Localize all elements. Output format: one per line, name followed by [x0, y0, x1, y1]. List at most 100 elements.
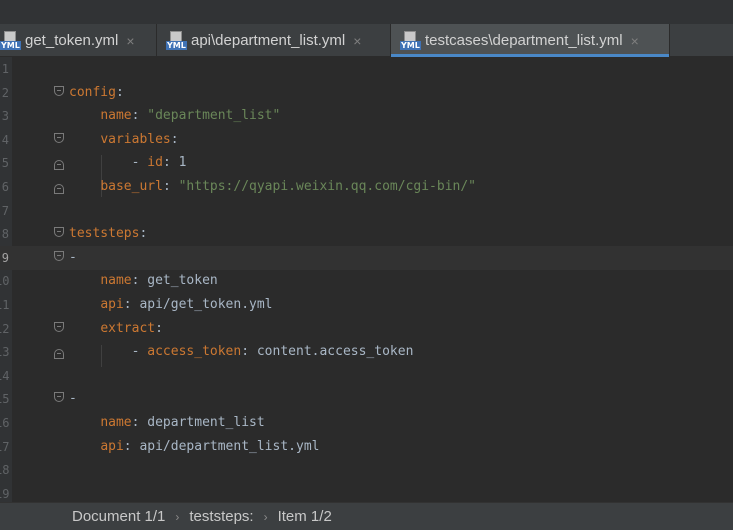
yml-file-icon: YML — [0, 31, 21, 50]
code-line[interactable]: 5 - id: 1 — [0, 151, 733, 175]
fold-close-icon[interactable] — [54, 184, 64, 194]
code-line[interactable]: 4 variables: — [0, 128, 733, 152]
fold-open-icon[interactable] — [54, 251, 64, 261]
code-line[interactable]: 16 name: department_list — [0, 411, 733, 435]
line-number: 15 — [0, 392, 10, 406]
code-token: department_list — [147, 415, 265, 430]
breadcrumb-document[interactable]: Document 1/1 — [72, 508, 165, 525]
yaml-key: name — [100, 273, 132, 288]
fold-open-icon[interactable] — [54, 86, 64, 96]
code-token: - — [69, 391, 77, 406]
line-number: 4 — [1, 133, 9, 147]
fold-open-icon[interactable] — [54, 392, 64, 402]
code-line[interactable]: 8 teststeps: — [0, 222, 733, 246]
code-token: get_token — [147, 273, 218, 288]
line-number: 17 — [0, 440, 10, 454]
code-token: - — [69, 344, 148, 359]
code-line[interactable]: 3 name: "department_list" — [0, 104, 733, 128]
code-line[interactable]: 1 — [0, 57, 733, 81]
code-token: : — [139, 226, 148, 241]
code-line[interactable]: 14 — [0, 364, 733, 388]
line-number: 13 — [0, 345, 10, 359]
code-editor[interactable]: 1 2 config: 3 name: "department_list" 4 vari… — [0, 57, 733, 502]
code-token: : — [170, 132, 179, 147]
fold-close-icon[interactable] — [54, 349, 64, 359]
code-line[interactable]: 18 — [0, 458, 733, 482]
yaml-key: name — [100, 108, 132, 123]
line-number: 14 — [0, 369, 10, 383]
code-text: - access_token: content.access_token — [69, 340, 414, 364]
breadcrumb-teststeps[interactable]: teststeps: — [189, 508, 253, 525]
fold-open-icon[interactable] — [54, 322, 64, 332]
code-token: : — [115, 85, 124, 100]
yaml-key: access_token — [147, 344, 242, 359]
status-bar: Document 1/1 › teststeps: › Item 1/2 — [0, 502, 733, 530]
tab-label: api\department_list.yml — [191, 32, 346, 49]
code-text: extract: — [69, 317, 163, 341]
code-line[interactable]: 7 — [0, 199, 733, 223]
code-text: api: api/department_list.yml — [69, 435, 319, 459]
code-line[interactable]: 10 name: get_token — [0, 269, 733, 293]
code-line[interactable]: 17 api: api/department_list.yml — [0, 435, 733, 459]
code-text: - id: 1 — [69, 151, 187, 175]
code-token: 1 — [178, 155, 187, 170]
code-token: : — [162, 155, 179, 170]
tab-get-token[interactable]: YML get_token.yml × — [0, 24, 157, 57]
fold-open-icon[interactable] — [54, 133, 64, 143]
yaml-key: api — [100, 439, 124, 454]
code-text: teststeps: — [69, 222, 147, 246]
code-line[interactable]: 15 - — [0, 387, 733, 411]
fold-close-icon[interactable] — [54, 160, 64, 170]
code-line[interactable]: 2 config: — [0, 81, 733, 105]
yaml-key: base_url — [100, 179, 163, 194]
code-text: - — [69, 246, 77, 270]
code-text: name: department_list — [69, 411, 265, 435]
window-top-strip — [0, 0, 733, 24]
line-number: 7 — [1, 204, 9, 218]
tab-label: testcases\department_list.yml — [425, 32, 623, 49]
code-token: : — [123, 297, 140, 312]
line-number: 1 — [1, 62, 9, 76]
code-line[interactable]: 13 - access_token: content.access_token — [0, 340, 733, 364]
code-line[interactable]: 9- — [0, 246, 733, 270]
fold-open-icon[interactable] — [54, 227, 64, 237]
breadcrumb-item[interactable]: Item 1/2 — [278, 508, 332, 525]
yaml-key: name — [100, 415, 132, 430]
code-text: api: api/get_token.yml — [69, 293, 273, 317]
code-line[interactable]: 6 base_url: "https://qyapi.weixin.qq.com… — [0, 175, 733, 199]
code-token: - — [69, 250, 77, 265]
code-line[interactable]: 11 api: api/get_token.yml — [0, 293, 733, 317]
code-text: name: get_token — [69, 269, 218, 293]
close-icon[interactable]: × — [126, 33, 134, 49]
line-number: 5 — [1, 156, 9, 170]
breadcrumb-separator: › — [175, 509, 180, 524]
code-token: : — [131, 273, 148, 288]
code-token: : — [131, 415, 148, 430]
code-token: : — [131, 108, 148, 123]
yml-file-icon: YML — [400, 31, 421, 50]
code-token: api/get_token.yml — [139, 297, 273, 312]
yaml-string: "https://qyapi.weixin.qq.com/cgi-bin/" — [178, 179, 477, 194]
tab-testcases-department-list[interactable]: YML testcases\department_list.yml × — [391, 24, 670, 57]
editor-tab-bar: YML get_token.yml × YML api\department_l… — [0, 24, 733, 57]
line-number: 8 — [1, 227, 9, 241]
close-icon[interactable]: × — [631, 33, 639, 49]
code-text: base_url: "https://qyapi.weixin.qq.com/c… — [69, 175, 476, 199]
code-line[interactable]: 12 extract: — [0, 317, 733, 341]
yaml-key: config — [69, 85, 116, 100]
line-number: 18 — [0, 463, 10, 477]
tab-api-department-list[interactable]: YML api\department_list.yml × — [157, 24, 391, 57]
line-number: 11 — [0, 298, 10, 312]
code-text: variables: — [69, 128, 179, 152]
yml-file-icon: YML — [166, 31, 187, 50]
yaml-key: api — [100, 297, 124, 312]
tab-label: get_token.yml — [25, 32, 119, 49]
line-number: 16 — [0, 416, 10, 430]
code-token: : — [241, 344, 257, 359]
code-text: name: "department_list" — [69, 104, 280, 128]
close-icon[interactable]: × — [353, 33, 361, 49]
